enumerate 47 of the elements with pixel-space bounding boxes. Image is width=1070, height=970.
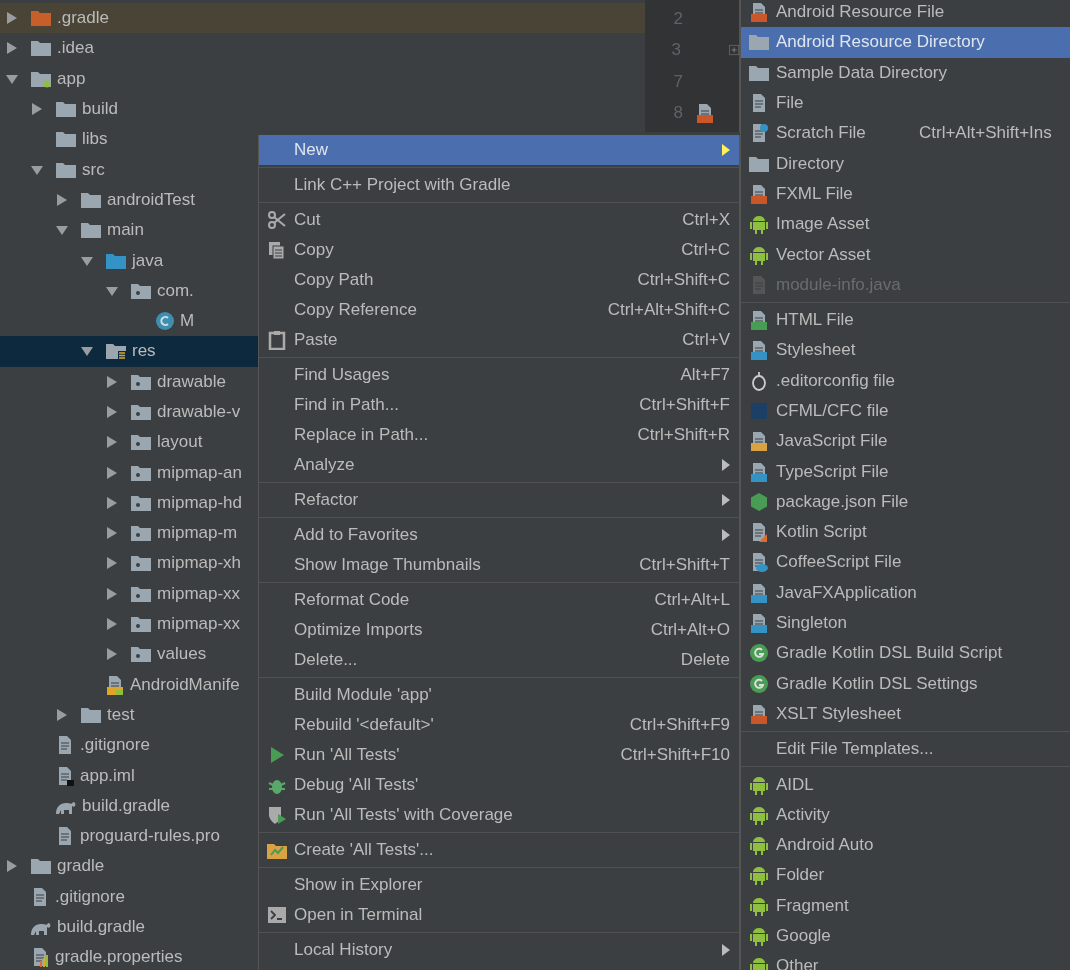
shortcut-text: Ctrl+C [681, 240, 730, 260]
shortcut-text: Ctrl+Shift+C [637, 270, 730, 290]
tree-item-label: build.gradle [82, 795, 170, 816]
shortcut-text: Ctrl+Shift+F9 [629, 715, 730, 735]
shortcut-text: Ctrl+Shift+R [637, 425, 730, 445]
shortcut-text: Ctrl+Shift+F [639, 395, 730, 415]
tree-item-label: gradle.properties [55, 947, 183, 968]
tree-item-label: layout [157, 432, 203, 453]
shortcut-text: Alt+F7 [680, 365, 730, 385]
shortcut-text: Ctrl+Alt+L [654, 590, 730, 610]
shortcut-text: Ctrl+Shift+F10 [620, 745, 730, 765]
tree-item-label: mipmap-xx [157, 614, 241, 635]
tree-item-label: AndroidManife [130, 674, 240, 695]
tree-item-label: test [107, 704, 135, 725]
tree-item-label: java [132, 250, 164, 271]
tree-item-label: res [132, 341, 156, 362]
tree-item-label: com. [157, 280, 194, 301]
tree-item-label: libs [82, 129, 108, 150]
tree-item-label: M [180, 311, 195, 332]
shortcut-text: Ctrl+X [682, 210, 730, 230]
tree-item-label: .gradle [57, 8, 109, 29]
tree-item-label: mipmap-an [157, 462, 243, 483]
tree-item-label: .gitignore [55, 886, 125, 907]
tree-item-label: androidTest [107, 189, 195, 210]
tree-item-label: mipmap-hd [157, 492, 243, 513]
tree-item-label: drawable-v [157, 402, 241, 422]
shortcut-text: Delete [680, 650, 730, 670]
shortcut-text: Ctrl+Alt+O [650, 620, 730, 640]
tree-item-label: app.iml [80, 765, 135, 786]
tree-item-label: mipmap-m [157, 523, 238, 544]
tree-item-label: build [82, 99, 118, 120]
tree-item-label: build.gradle [57, 917, 145, 938]
shortcut-text: Ctrl+Shift+T [639, 555, 730, 575]
tree-item-label: drawable [157, 371, 226, 392]
tree-item-label: mipmap-xx [157, 583, 241, 604]
tree-item-label: values [157, 644, 207, 665]
tree-item-label: .gitignore [80, 735, 150, 756]
tree-item-label: gradle [57, 856, 105, 877]
tree-item-label: .idea [57, 38, 94, 59]
tree-item-label: main [107, 220, 144, 241]
shortcut-text: Ctrl+Alt+Shift+Ins [919, 123, 1052, 144]
shortcut-text: Ctrl+V [682, 330, 730, 350]
tree-item-label: src [82, 159, 105, 180]
shortcut-text: Ctrl+Alt+Shift+C [607, 300, 730, 320]
tree-item-label: proguard-rules.pro [80, 826, 220, 847]
tree-item-label: app [57, 68, 86, 89]
tree-item-label: mipmap-xh [157, 553, 242, 574]
